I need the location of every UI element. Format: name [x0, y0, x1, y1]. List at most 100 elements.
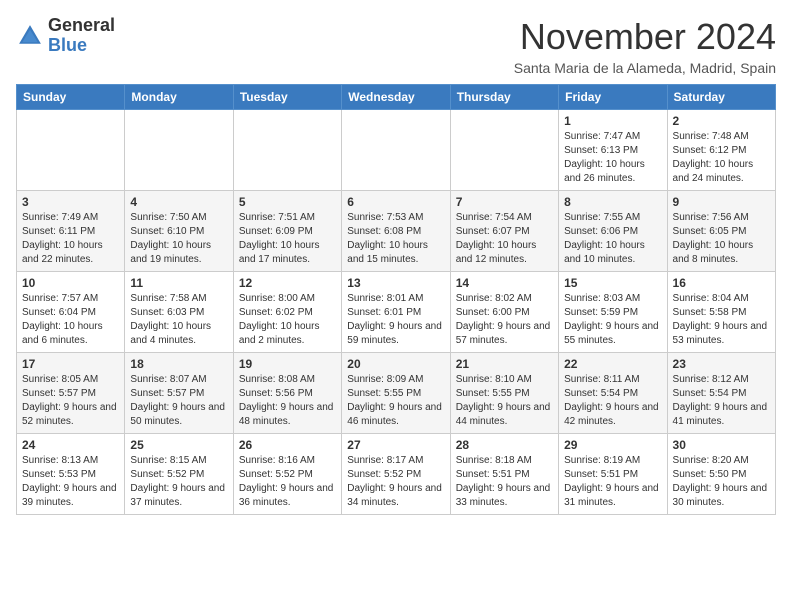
- day-number: 1: [564, 114, 661, 128]
- calendar-cell: 2 Sunrise: 7:48 AMSunset: 6:12 PMDayligh…: [667, 110, 775, 191]
- title-block: November 2024 Santa Maria de la Alameda,…: [514, 16, 776, 76]
- calendar-cell: 18 Sunrise: 8:07 AMSunset: 5:57 PMDaylig…: [125, 353, 233, 434]
- calendar-cell: 29 Sunrise: 8:19 AMSunset: 5:51 PMDaylig…: [559, 434, 667, 515]
- day-number: 4: [130, 195, 227, 209]
- day-number: 17: [22, 357, 119, 371]
- day-detail: Sunrise: 8:03 AMSunset: 5:59 PMDaylight:…: [564, 292, 661, 348]
- day-number: 11: [130, 276, 227, 290]
- calendar-cell: 23 Sunrise: 8:12 AMSunset: 5:54 PMDaylig…: [667, 353, 775, 434]
- calendar-cell: 6 Sunrise: 7:53 AMSunset: 6:08 PMDayligh…: [342, 191, 450, 272]
- logo: General Blue: [16, 16, 115, 56]
- day-number: 28: [456, 438, 553, 452]
- day-detail: Sunrise: 7:55 AMSunset: 6:06 PMDaylight:…: [564, 211, 661, 267]
- calendar-cell: 25 Sunrise: 8:15 AMSunset: 5:52 PMDaylig…: [125, 434, 233, 515]
- weekday-header-row: SundayMondayTuesdayWednesdayThursdayFrid…: [17, 85, 776, 110]
- calendar-week-row: 10 Sunrise: 7:57 AMSunset: 6:04 PMDaylig…: [17, 272, 776, 353]
- logo-blue: Blue: [48, 35, 87, 55]
- page-header: General Blue November 2024 Santa Maria d…: [16, 16, 776, 76]
- day-detail: Sunrise: 8:18 AMSunset: 5:51 PMDaylight:…: [456, 454, 553, 510]
- calendar-cell: 13 Sunrise: 8:01 AMSunset: 6:01 PMDaylig…: [342, 272, 450, 353]
- calendar-cell: 24 Sunrise: 8:13 AMSunset: 5:53 PMDaylig…: [17, 434, 125, 515]
- day-number: 23: [673, 357, 770, 371]
- location: Santa Maria de la Alameda, Madrid, Spain: [514, 60, 776, 76]
- day-number: 10: [22, 276, 119, 290]
- day-detail: Sunrise: 8:13 AMSunset: 5:53 PMDaylight:…: [22, 454, 119, 510]
- calendar-cell: 14 Sunrise: 8:02 AMSunset: 6:00 PMDaylig…: [450, 272, 558, 353]
- calendar-cell: 22 Sunrise: 8:11 AMSunset: 5:54 PMDaylig…: [559, 353, 667, 434]
- day-detail: Sunrise: 8:12 AMSunset: 5:54 PMDaylight:…: [673, 373, 770, 429]
- day-detail: Sunrise: 7:50 AMSunset: 6:10 PMDaylight:…: [130, 211, 227, 267]
- day-number: 7: [456, 195, 553, 209]
- calendar-week-row: 17 Sunrise: 8:05 AMSunset: 5:57 PMDaylig…: [17, 353, 776, 434]
- month-title: November 2024: [514, 16, 776, 58]
- calendar-week-row: 24 Sunrise: 8:13 AMSunset: 5:53 PMDaylig…: [17, 434, 776, 515]
- day-number: 14: [456, 276, 553, 290]
- day-detail: Sunrise: 7:47 AMSunset: 6:13 PMDaylight:…: [564, 130, 661, 186]
- calendar-cell: 26 Sunrise: 8:16 AMSunset: 5:52 PMDaylig…: [233, 434, 341, 515]
- day-number: 29: [564, 438, 661, 452]
- calendar-cell: 11 Sunrise: 7:58 AMSunset: 6:03 PMDaylig…: [125, 272, 233, 353]
- calendar-cell: [17, 110, 125, 191]
- calendar-cell: [233, 110, 341, 191]
- day-detail: Sunrise: 8:20 AMSunset: 5:50 PMDaylight:…: [673, 454, 770, 510]
- logo-text: General Blue: [48, 16, 115, 56]
- calendar-cell: 15 Sunrise: 8:03 AMSunset: 5:59 PMDaylig…: [559, 272, 667, 353]
- day-detail: Sunrise: 8:19 AMSunset: 5:51 PMDaylight:…: [564, 454, 661, 510]
- calendar-cell: 12 Sunrise: 8:00 AMSunset: 6:02 PMDaylig…: [233, 272, 341, 353]
- day-detail: Sunrise: 7:48 AMSunset: 6:12 PMDaylight:…: [673, 130, 770, 186]
- day-number: 12: [239, 276, 336, 290]
- calendar-table: SundayMondayTuesdayWednesdayThursdayFrid…: [16, 84, 776, 515]
- calendar-cell: 19 Sunrise: 8:08 AMSunset: 5:56 PMDaylig…: [233, 353, 341, 434]
- day-detail: Sunrise: 8:05 AMSunset: 5:57 PMDaylight:…: [22, 373, 119, 429]
- day-number: 8: [564, 195, 661, 209]
- day-number: 18: [130, 357, 227, 371]
- day-detail: Sunrise: 8:01 AMSunset: 6:01 PMDaylight:…: [347, 292, 444, 348]
- day-detail: Sunrise: 7:51 AMSunset: 6:09 PMDaylight:…: [239, 211, 336, 267]
- day-number: 22: [564, 357, 661, 371]
- weekday-header: Thursday: [450, 85, 558, 110]
- day-detail: Sunrise: 8:10 AMSunset: 5:55 PMDaylight:…: [456, 373, 553, 429]
- day-detail: Sunrise: 8:02 AMSunset: 6:00 PMDaylight:…: [456, 292, 553, 348]
- day-number: 6: [347, 195, 444, 209]
- day-number: 30: [673, 438, 770, 452]
- day-number: 19: [239, 357, 336, 371]
- day-number: 25: [130, 438, 227, 452]
- day-number: 15: [564, 276, 661, 290]
- calendar-cell: 16 Sunrise: 8:04 AMSunset: 5:58 PMDaylig…: [667, 272, 775, 353]
- day-number: 27: [347, 438, 444, 452]
- day-detail: Sunrise: 7:56 AMSunset: 6:05 PMDaylight:…: [673, 211, 770, 267]
- calendar-cell: 20 Sunrise: 8:09 AMSunset: 5:55 PMDaylig…: [342, 353, 450, 434]
- day-number: 3: [22, 195, 119, 209]
- calendar-cell: 4 Sunrise: 7:50 AMSunset: 6:10 PMDayligh…: [125, 191, 233, 272]
- calendar-cell: 8 Sunrise: 7:55 AMSunset: 6:06 PMDayligh…: [559, 191, 667, 272]
- calendar-cell: [450, 110, 558, 191]
- day-detail: Sunrise: 7:49 AMSunset: 6:11 PMDaylight:…: [22, 211, 119, 267]
- logo-general: General: [48, 15, 115, 35]
- calendar-cell: 9 Sunrise: 7:56 AMSunset: 6:05 PMDayligh…: [667, 191, 775, 272]
- calendar-cell: 17 Sunrise: 8:05 AMSunset: 5:57 PMDaylig…: [17, 353, 125, 434]
- day-detail: Sunrise: 8:17 AMSunset: 5:52 PMDaylight:…: [347, 454, 444, 510]
- day-detail: Sunrise: 7:57 AMSunset: 6:04 PMDaylight:…: [22, 292, 119, 348]
- day-detail: Sunrise: 8:16 AMSunset: 5:52 PMDaylight:…: [239, 454, 336, 510]
- calendar-cell: 10 Sunrise: 7:57 AMSunset: 6:04 PMDaylig…: [17, 272, 125, 353]
- calendar-cell: [125, 110, 233, 191]
- day-number: 9: [673, 195, 770, 209]
- weekday-header: Monday: [125, 85, 233, 110]
- day-detail: Sunrise: 7:58 AMSunset: 6:03 PMDaylight:…: [130, 292, 227, 348]
- day-detail: Sunrise: 8:08 AMSunset: 5:56 PMDaylight:…: [239, 373, 336, 429]
- calendar-week-row: 3 Sunrise: 7:49 AMSunset: 6:11 PMDayligh…: [17, 191, 776, 272]
- day-detail: Sunrise: 8:07 AMSunset: 5:57 PMDaylight:…: [130, 373, 227, 429]
- weekday-header: Sunday: [17, 85, 125, 110]
- day-number: 26: [239, 438, 336, 452]
- day-number: 13: [347, 276, 444, 290]
- weekday-header: Tuesday: [233, 85, 341, 110]
- day-detail: Sunrise: 8:04 AMSunset: 5:58 PMDaylight:…: [673, 292, 770, 348]
- day-number: 5: [239, 195, 336, 209]
- day-detail: Sunrise: 8:09 AMSunset: 5:55 PMDaylight:…: [347, 373, 444, 429]
- calendar-cell: 5 Sunrise: 7:51 AMSunset: 6:09 PMDayligh…: [233, 191, 341, 272]
- day-number: 20: [347, 357, 444, 371]
- calendar-week-row: 1 Sunrise: 7:47 AMSunset: 6:13 PMDayligh…: [17, 110, 776, 191]
- day-detail: Sunrise: 8:00 AMSunset: 6:02 PMDaylight:…: [239, 292, 336, 348]
- calendar-cell: 30 Sunrise: 8:20 AMSunset: 5:50 PMDaylig…: [667, 434, 775, 515]
- calendar-cell: 21 Sunrise: 8:10 AMSunset: 5:55 PMDaylig…: [450, 353, 558, 434]
